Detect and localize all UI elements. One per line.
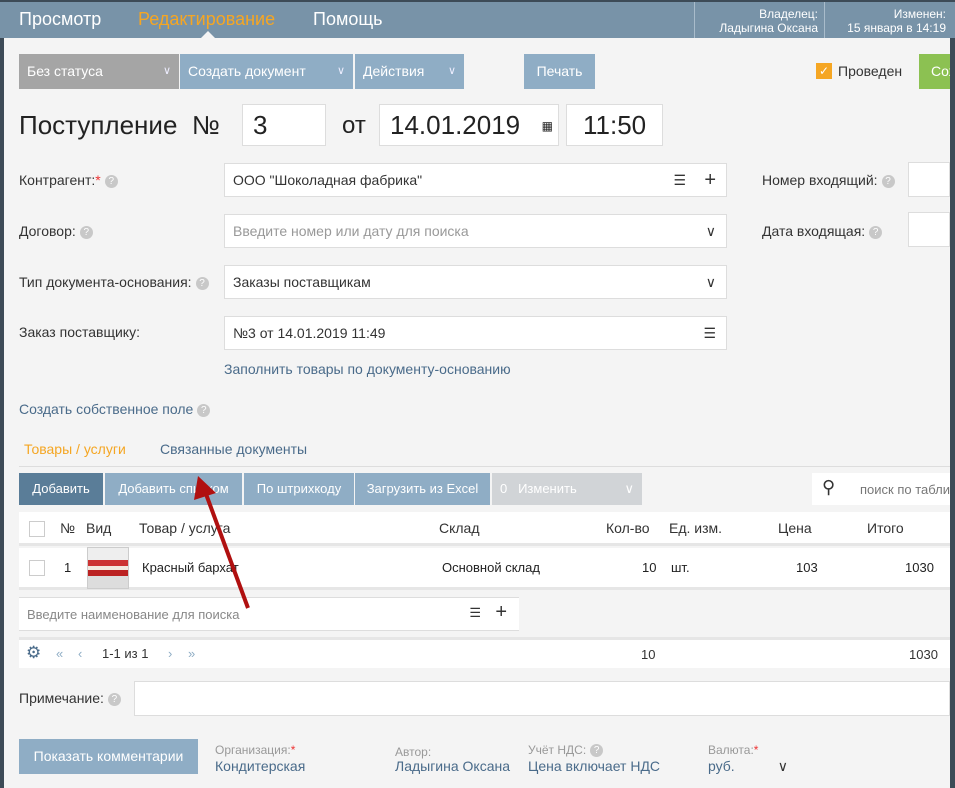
arrow-head bbox=[194, 476, 216, 500]
arrow-shaft bbox=[204, 493, 250, 609]
annotation-arrow bbox=[194, 476, 250, 609]
